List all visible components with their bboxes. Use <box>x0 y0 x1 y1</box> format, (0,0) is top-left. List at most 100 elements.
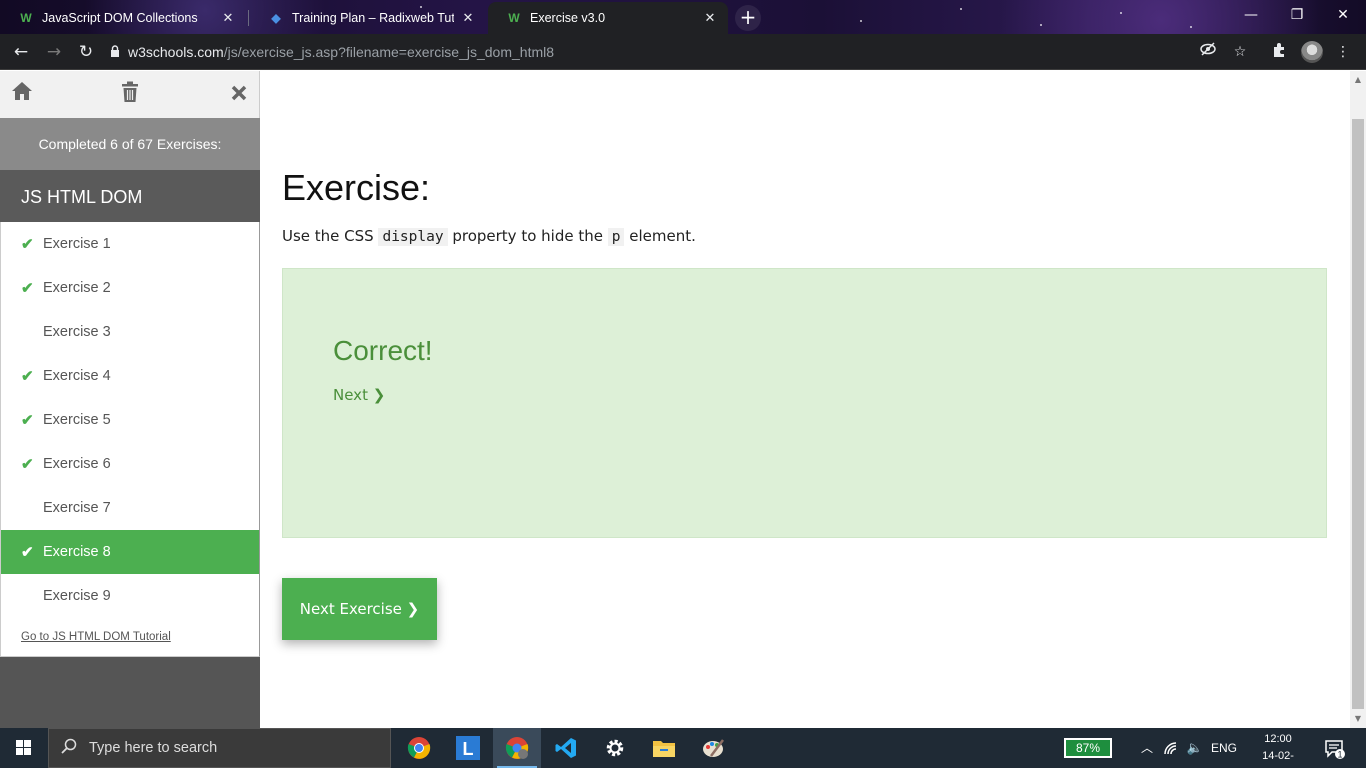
checkmark-icon: ✔ <box>21 544 34 561</box>
exercise-label: Exercise 1 <box>43 236 111 252</box>
l-app-taskbar-icon[interactable]: L <box>444 728 492 768</box>
paint-app-icon[interactable] <box>689 728 737 768</box>
scroll-up-icon[interactable]: ▲ <box>1353 75 1363 85</box>
code-display: display <box>378 228 448 246</box>
browser-tab[interactable]: ◆ Training Plan – Radixweb Tutorial ✕ <box>250 2 486 34</box>
exercise-item-4[interactable]: ✔ Exercise 4 <box>1 354 259 398</box>
exercise-item-7[interactable]: Exercise 7 <box>1 486 259 530</box>
code-p: p <box>607 228 625 246</box>
tab-separator <box>248 10 249 26</box>
trash-icon[interactable] <box>116 81 144 109</box>
wifi-icon[interactable] <box>1162 728 1182 768</box>
exercise-label: Exercise 9 <box>43 588 111 604</box>
page-scrollbar[interactable]: ▲ ▼ <box>1350 71 1366 728</box>
url-host: w3schools.com <box>128 44 224 60</box>
instruction-text: Use the CSS <box>282 227 379 245</box>
taskbar-clock[interactable]: 12:00 14-02-2021 <box>1250 731 1306 768</box>
correct-message: Correct! <box>333 335 433 366</box>
notification-icon[interactable]: 1 <box>1320 728 1350 768</box>
settings-gear-icon[interactable] <box>591 728 639 768</box>
exercise-item-2[interactable]: ✔ Exercise 2 <box>1 266 259 310</box>
background-star <box>1120 12 1122 14</box>
section-title: JS HTML DOM <box>0 170 260 222</box>
checkmark-icon: ✔ <box>21 368 34 385</box>
w3schools-icon: W <box>20 11 32 25</box>
tab-title: Exercise v3.0 <box>530 11 606 25</box>
progress-summary: Completed 6 of 67 Exercises: <box>0 118 260 170</box>
exercise-item-6[interactable]: ✔ Exercise 6 <box>1 442 259 486</box>
exercise-instruction: Use the CSS display property to hide the… <box>282 227 696 246</box>
reload-button[interactable]: ↻ <box>74 40 98 64</box>
checkmark-icon: ✔ <box>21 280 34 297</box>
windows-taskbar: Type here to search L 87% ︿ 🔈 ENG 12:00 … <box>0 728 1366 768</box>
exercise-label: Exercise 7 <box>43 500 111 516</box>
next-exercise-button[interactable]: Next Exercise ❯ <box>282 578 437 640</box>
language-indicator[interactable]: ENG <box>1208 728 1240 768</box>
chrome-taskbar-icon[interactable] <box>395 728 443 768</box>
radixweb-icon: ◆ <box>271 11 281 25</box>
close-icon[interactable]: ✕ <box>702 11 718 26</box>
windows-start-button[interactable] <box>0 728 48 768</box>
exercise-label: Exercise 8 <box>43 544 111 560</box>
eye-off-icon[interactable] <box>1198 42 1218 62</box>
extensions-icon[interactable] <box>1269 42 1289 62</box>
exercise-label: Exercise 5 <box>43 412 111 428</box>
browser-tab-strip: W JavaScript DOM Collections ✕ ◆ Trainin… <box>0 0 1366 34</box>
tab-title: JavaScript DOM Collections <box>42 11 198 25</box>
exercise-item-8-active[interactable]: ✔ Exercise 8 <box>1 530 259 574</box>
tutorial-link[interactable]: Go to JS HTML DOM Tutorial <box>1 618 259 656</box>
home-icon[interactable] <box>8 81 36 109</box>
taskbar-search[interactable]: Type here to search <box>48 728 391 768</box>
checkmark-icon: ✔ <box>21 236 34 253</box>
next-link[interactable]: Next ❯ <box>333 386 385 404</box>
lock-icon <box>110 44 128 60</box>
chrome-profile-taskbar-icon[interactable] <box>493 728 541 768</box>
exercise-heading: Exercise: <box>282 167 431 208</box>
battery-indicator[interactable]: 87% <box>1064 738 1112 758</box>
close-icon[interactable]: ✕ <box>460 11 476 26</box>
background-star <box>1040 24 1042 26</box>
instruction-text: property to hide the <box>447 227 608 245</box>
checkmark-icon: ✔ <box>21 456 34 473</box>
browser-tab[interactable]: W JavaScript DOM Collections ✕ <box>0 2 246 34</box>
menu-kebab-icon[interactable]: ⋮ <box>1333 42 1353 62</box>
exercise-label: Exercise 4 <box>43 368 111 384</box>
checkmark-icon: ✔ <box>21 412 34 429</box>
volume-icon[interactable]: 🔈 <box>1184 728 1206 768</box>
sidebar-toolbar <box>0 71 260 118</box>
scrollbar-thumb[interactable] <box>1352 119 1364 709</box>
background-star <box>1190 26 1192 28</box>
close-icon[interactable]: ✕ <box>220 11 236 26</box>
bookmark-star-icon[interactable]: ☆ <box>1230 42 1250 62</box>
window-close-button[interactable]: ✕ <box>1320 0 1366 32</box>
profile-avatar[interactable] <box>1301 41 1323 63</box>
clock-date: 14-02-2021 <box>1262 750 1294 768</box>
tab-title: Training Plan – Radixweb Tutorial <box>292 11 454 25</box>
exercise-item-5[interactable]: ✔ Exercise 5 <box>1 398 259 442</box>
back-button[interactable]: ← <box>9 40 33 64</box>
file-explorer-icon[interactable] <box>640 728 688 768</box>
restore-button[interactable]: ❐ <box>1274 0 1320 32</box>
exercise-list: ✔ Exercise 1 ✔ Exercise 2 Exercise 3 ✔ Exer… <box>0 222 260 657</box>
forward-button[interactable]: → <box>42 40 66 64</box>
exercise-main: Exercise: Use the CSS display property t… <box>260 71 1350 728</box>
background-star <box>860 20 862 22</box>
new-tab-button[interactable]: + <box>735 5 761 31</box>
close-icon[interactable] <box>225 81 253 109</box>
address-toolbar: ← → ↻ w3schools.com /js/exercise_js.asp?… <box>0 34 1366 70</box>
vscode-taskbar-icon[interactable] <box>542 728 590 768</box>
search-icon <box>49 738 89 759</box>
exercise-label: Exercise 6 <box>43 456 111 472</box>
exercise-item-3[interactable]: Exercise 3 <box>1 310 259 354</box>
scroll-down-icon[interactable]: ▼ <box>1353 714 1363 724</box>
svg-text:L: L <box>463 739 474 759</box>
background-star <box>960 8 962 10</box>
instruction-text: element. <box>624 227 696 245</box>
exercise-item-1[interactable]: ✔ Exercise 1 <box>1 222 259 266</box>
url-bar[interactable]: w3schools.com /js/exercise_js.asp?filena… <box>110 38 1260 66</box>
minimize-button[interactable]: — <box>1228 0 1274 32</box>
tray-expand-icon[interactable]: ︿ <box>1138 728 1156 768</box>
exercise-item-9[interactable]: Exercise 9 <box>1 574 259 618</box>
exercise-sidebar: Completed 6 of 67 Exercises: JS HTML DOM… <box>0 71 260 728</box>
browser-tab-active[interactable]: W Exercise v3.0 ✕ <box>488 2 728 34</box>
